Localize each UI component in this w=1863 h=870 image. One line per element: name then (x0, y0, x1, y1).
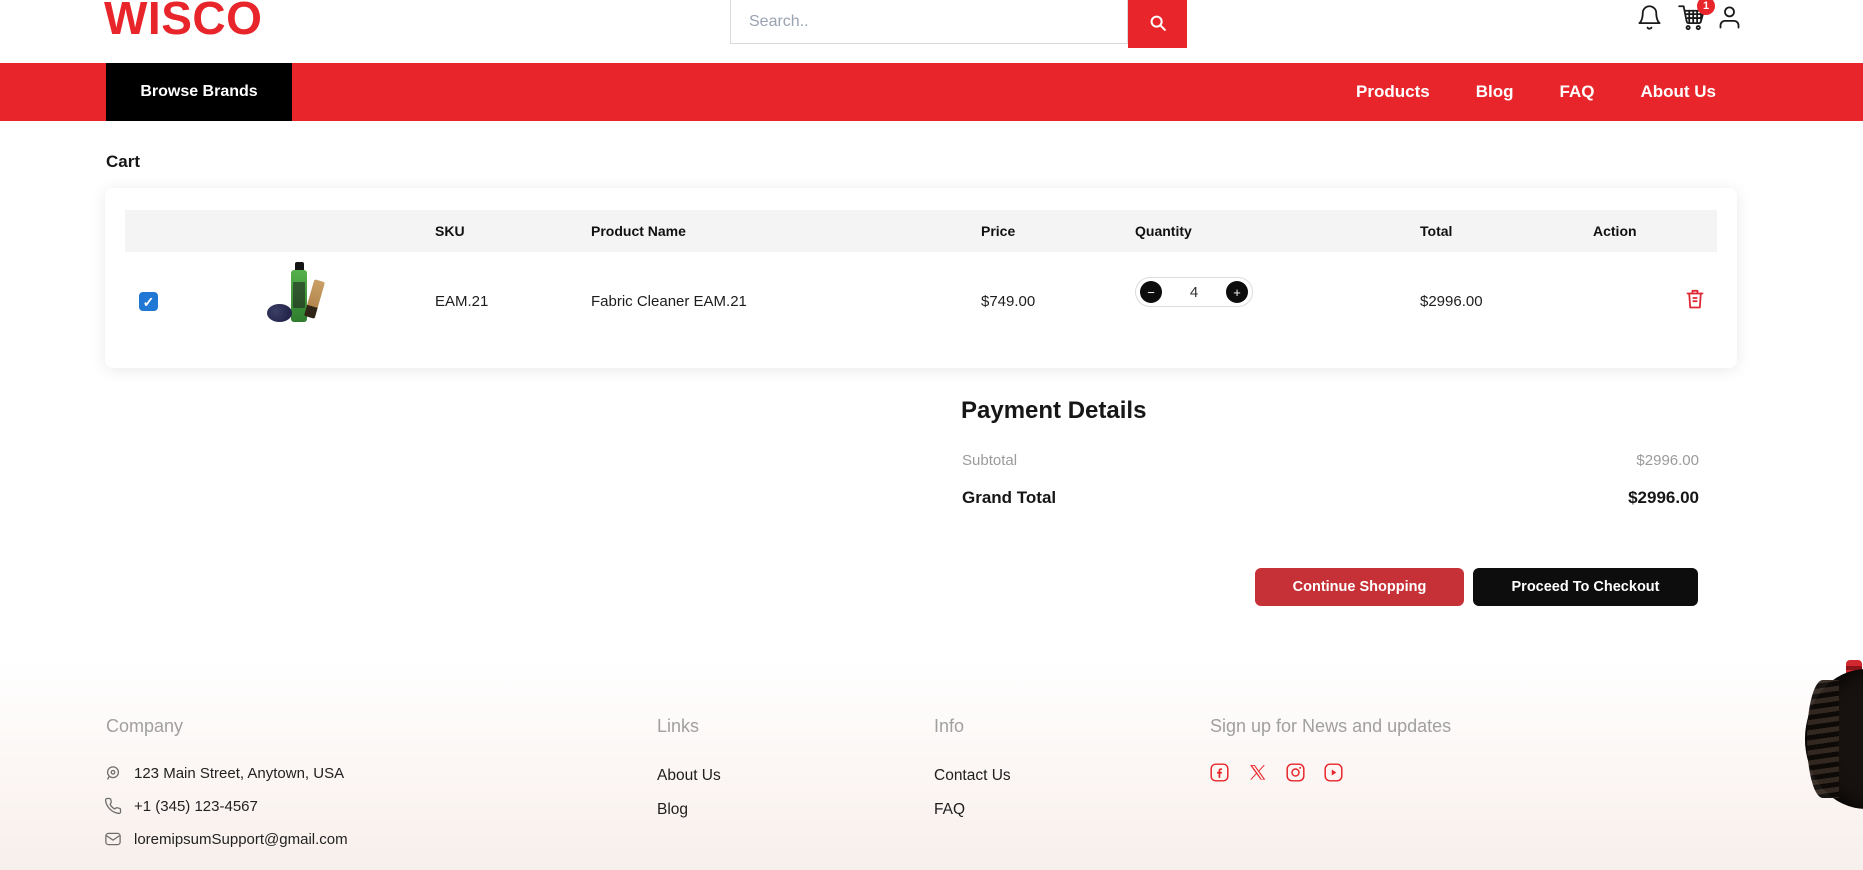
cell-total: $2996.00 (1420, 293, 1483, 310)
quantity-value: 4 (1190, 284, 1198, 301)
cell-name: Fabric Cleaner EAM.21 (591, 293, 747, 310)
product-thumbnail (265, 262, 331, 328)
grand-total-label: Grand Total (962, 488, 1056, 508)
notification-bell-icon[interactable] (1636, 4, 1663, 31)
search-icon (1147, 12, 1169, 34)
nav-link-blog[interactable]: Blog (1476, 82, 1514, 102)
page-footer: Company Links Info Sign up for News and … (0, 660, 1863, 870)
youtube-icon[interactable] (1323, 762, 1344, 783)
cell-price: $749.00 (981, 293, 1035, 310)
col-header-name: Product Name (591, 210, 686, 252)
cloth-shape (267, 304, 292, 322)
nav-link-faq[interactable]: FAQ (1560, 82, 1595, 102)
nav-link-about-us[interactable]: About Us (1640, 82, 1716, 102)
footer-email-row: loremipsumSupport@gmail.com (104, 830, 348, 848)
subtotal-label: Subtotal (962, 452, 1017, 469)
quantity-stepper: − 4 + (1135, 277, 1253, 307)
cart-row: ✓ EAM.21 Fabric Cleaner EAM.21 $749.00 −… (125, 252, 1717, 364)
item-select-checkbox[interactable]: ✓ (139, 292, 158, 311)
location-pin-icon (104, 764, 122, 782)
footer-links-heading: Links (657, 716, 699, 737)
col-header-sku: SKU (435, 210, 465, 252)
nav-links: Products Blog FAQ About Us (1356, 63, 1716, 121)
delete-item-trash-icon[interactable] (1683, 286, 1707, 312)
footer-email-text: loremipsumSupport@gmail.com (134, 831, 348, 848)
mail-icon (104, 830, 122, 848)
footer-link-faq[interactable]: FAQ (934, 801, 965, 819)
col-header-action: Action (1593, 210, 1637, 252)
col-header-price: Price (981, 210, 1015, 252)
cart-count-badge: 1 (1697, 0, 1715, 15)
footer-address-text: 123 Main Street, Anytown, USA (134, 765, 344, 782)
social-icons (1209, 762, 1344, 783)
quantity-decrease-button[interactable]: − (1140, 281, 1162, 303)
brand-logo[interactable]: WISCO (104, 0, 262, 45)
footer-company-heading: Company (106, 716, 183, 737)
footer-link-blog[interactable]: Blog (657, 801, 688, 819)
footer-phone-text: +1 (345) 123-4567 (134, 798, 258, 815)
phone-icon (104, 797, 122, 815)
footer-link-about-us[interactable]: About Us (657, 767, 721, 785)
main-navbar: Browse Brands Products Blog FAQ About Us (0, 63, 1863, 121)
search-button[interactable] (1128, 0, 1187, 48)
x-twitter-icon[interactable] (1247, 762, 1268, 783)
facebook-icon[interactable] (1209, 762, 1230, 783)
footer-info-heading: Info (934, 716, 964, 737)
col-header-quantity: Quantity (1135, 210, 1192, 252)
brush-shape (304, 279, 325, 319)
cart-card: SKU Product Name Price Quantity Total Ac… (105, 188, 1737, 368)
search-input[interactable] (730, 0, 1128, 44)
bottle-label-shape (293, 282, 305, 308)
subtotal-value: $2996.00 (1636, 452, 1699, 469)
grand-total-value: $2996.00 (1628, 488, 1699, 508)
cart-table-header: SKU Product Name Price Quantity Total Ac… (125, 210, 1717, 252)
top-header: WISCO 1 (0, 0, 1863, 56)
continue-shopping-button[interactable]: Continue Shopping (1255, 568, 1464, 606)
user-account-icon[interactable] (1716, 4, 1743, 31)
footer-phone-row: +1 (345) 123-4567 (104, 797, 258, 815)
tire-image (1805, 669, 1863, 809)
browse-brands-button[interactable]: Browse Brands (106, 63, 292, 121)
footer-address-row: 123 Main Street, Anytown, USA (104, 764, 344, 782)
cell-sku: EAM.21 (435, 293, 488, 310)
instagram-icon[interactable] (1285, 762, 1306, 783)
footer-link-contact-us[interactable]: Contact Us (934, 767, 1011, 785)
proceed-to-checkout-button[interactable]: Proceed To Checkout (1473, 568, 1698, 606)
cart-page-title: Cart (106, 152, 140, 172)
col-header-total: Total (1420, 210, 1452, 252)
nav-link-products[interactable]: Products (1356, 82, 1430, 102)
payment-details-title: Payment Details (961, 397, 1146, 425)
quantity-increase-button[interactable]: + (1226, 281, 1248, 303)
footer-newsletter-heading: Sign up for News and updates (1210, 716, 1451, 737)
